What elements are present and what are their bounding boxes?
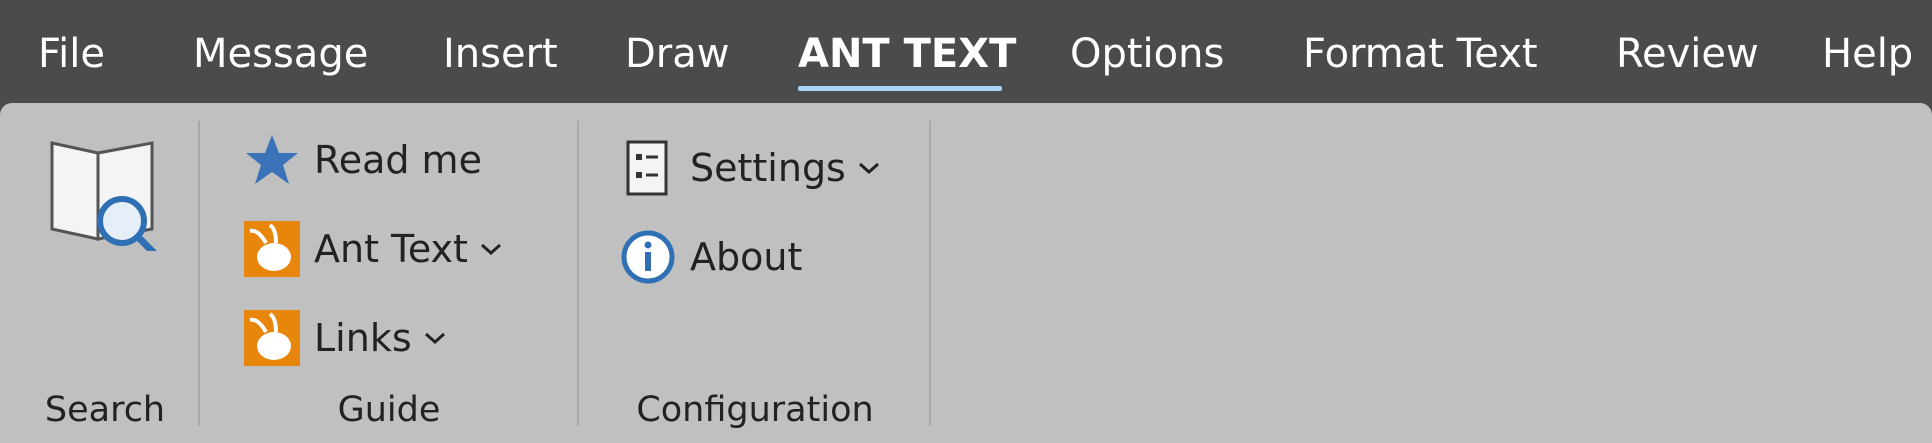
group-label-configuration: Configuration <box>636 390 874 430</box>
active-tab-indicator <box>798 86 1002 91</box>
tab-file[interactable]: File <box>38 26 105 82</box>
tab-options[interactable]: Options <box>1070 26 1224 82</box>
links-dropdown[interactable]: Links <box>244 306 448 370</box>
read-me-label: Read me <box>314 138 482 182</box>
chevron-down-icon <box>858 162 879 175</box>
info-icon <box>620 229 676 285</box>
group-separator <box>198 121 200 426</box>
about-label: About <box>690 235 803 279</box>
ribbon-tab-bar: File Message Insert Draw ANT TEXT Option… <box>0 0 1932 103</box>
chevron-down-icon <box>424 332 445 345</box>
ant-text-dropdown[interactable]: Ant Text <box>244 217 504 281</box>
star-icon <box>244 132 300 188</box>
group-separator <box>929 121 931 426</box>
settings-list-icon <box>620 140 676 196</box>
settings-dropdown[interactable]: Settings <box>620 136 882 200</box>
ribbon-panel: Search Read me Ant Text Links Guide Sett… <box>0 103 1932 443</box>
tab-help[interactable]: Help <box>1822 26 1913 82</box>
ant-text-icon <box>244 221 300 277</box>
tab-draw[interactable]: Draw <box>625 26 729 82</box>
tab-insert[interactable]: Insert <box>443 26 558 82</box>
tab-review[interactable]: Review <box>1616 26 1759 82</box>
tab-message[interactable]: Message <box>193 26 368 82</box>
group-label-search: Search <box>44 390 166 430</box>
book-search-icon <box>50 141 160 259</box>
settings-label: Settings <box>690 146 846 190</box>
links-label: Links <box>314 316 412 360</box>
tab-format-text[interactable]: Format Text <box>1303 26 1538 82</box>
group-label-guide: Guide <box>337 390 441 430</box>
about-button[interactable]: About <box>620 225 802 289</box>
search-button[interactable] <box>40 131 170 259</box>
tab-ant-text[interactable]: ANT TEXT <box>798 26 1016 82</box>
group-separator <box>577 121 579 426</box>
ant-text-label: Ant Text <box>314 227 468 271</box>
chevron-down-icon <box>480 243 501 256</box>
read-me-button[interactable]: Read me <box>244 128 482 192</box>
ant-links-icon <box>244 310 300 366</box>
